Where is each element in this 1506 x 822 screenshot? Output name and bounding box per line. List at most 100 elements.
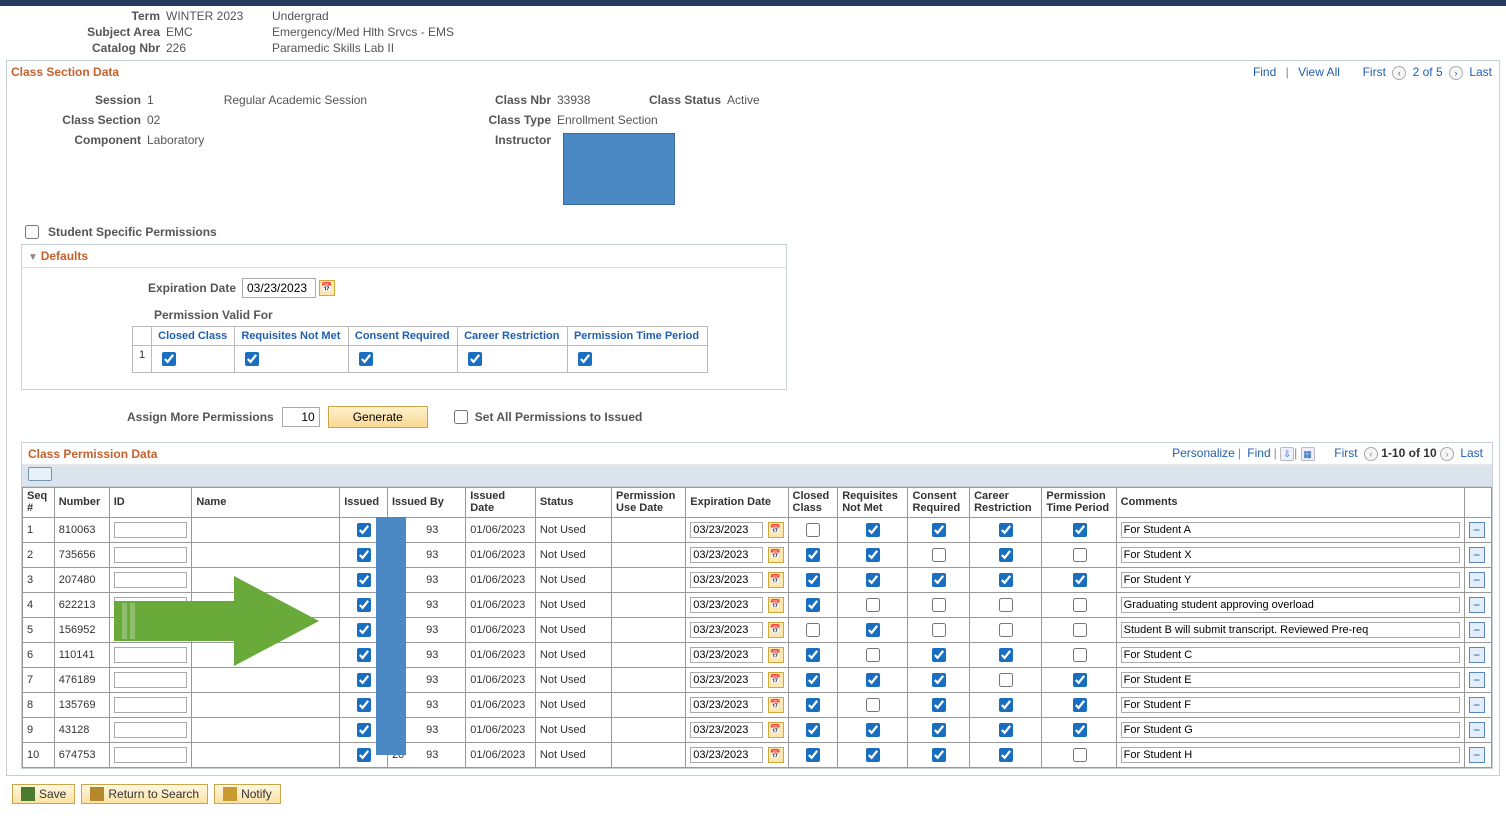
ptp-checkbox[interactable] xyxy=(1073,598,1087,612)
calendar-icon[interactable]: 📅 xyxy=(319,280,335,296)
id-input[interactable] xyxy=(114,672,188,688)
return-button[interactable]: Return to Search xyxy=(81,784,208,804)
id-input[interactable] xyxy=(114,597,188,613)
consent-checkbox[interactable] xyxy=(932,548,946,562)
def-closed-class[interactable] xyxy=(162,352,176,366)
exp-date-input[interactable] xyxy=(690,672,762,688)
cpd-last[interactable]: Last xyxy=(1457,446,1486,460)
ptp-checkbox[interactable] xyxy=(1073,648,1087,662)
issued-checkbox[interactable] xyxy=(357,548,371,562)
id-input[interactable] xyxy=(114,522,188,538)
req-not-met-checkbox[interactable] xyxy=(866,573,880,587)
career-checkbox[interactable] xyxy=(999,673,1013,687)
closed-class-checkbox[interactable] xyxy=(806,673,820,687)
show-all-tab-icon[interactable] xyxy=(28,467,52,481)
closed-class-checkbox[interactable] xyxy=(806,723,820,737)
career-checkbox[interactable] xyxy=(999,698,1013,712)
def-req-not-met[interactable] xyxy=(245,352,259,366)
issued-checkbox[interactable] xyxy=(357,623,371,637)
comments-input[interactable] xyxy=(1121,747,1460,763)
nav-viewall[interactable]: View All xyxy=(1295,65,1343,79)
def-consent[interactable] xyxy=(359,352,373,366)
calendar-icon[interactable]: 📅 xyxy=(768,522,784,538)
id-input[interactable] xyxy=(114,547,188,563)
issued-checkbox[interactable] xyxy=(357,723,371,737)
exp-date-input[interactable] xyxy=(690,622,762,638)
exp-date-input[interactable] xyxy=(690,697,762,713)
calendar-icon[interactable]: 📅 xyxy=(768,722,784,738)
closed-class-checkbox[interactable] xyxy=(806,698,820,712)
delete-row-button[interactable]: − xyxy=(1469,697,1485,713)
consent-checkbox[interactable] xyxy=(932,673,946,687)
req-not-met-checkbox[interactable] xyxy=(866,598,880,612)
ptp-checkbox[interactable] xyxy=(1073,723,1087,737)
ptp-checkbox[interactable] xyxy=(1073,523,1087,537)
req-not-met-checkbox[interactable] xyxy=(866,623,880,637)
student-specific-checkbox[interactable] xyxy=(25,225,39,239)
cpd-prev-icon[interactable]: ‹ xyxy=(1364,447,1378,461)
issued-checkbox[interactable] xyxy=(357,598,371,612)
calendar-icon[interactable]: 📅 xyxy=(768,747,784,763)
career-checkbox[interactable] xyxy=(999,573,1013,587)
closed-class-checkbox[interactable] xyxy=(806,598,820,612)
delete-row-button[interactable]: − xyxy=(1469,647,1485,663)
req-not-met-checkbox[interactable] xyxy=(866,673,880,687)
consent-checkbox[interactable] xyxy=(932,598,946,612)
exp-date-input[interactable] xyxy=(690,597,762,613)
delete-row-button[interactable]: − xyxy=(1469,672,1485,688)
ptp-checkbox[interactable] xyxy=(1073,548,1087,562)
id-input[interactable] xyxy=(114,747,188,763)
ptp-checkbox[interactable] xyxy=(1073,748,1087,762)
exp-date-input[interactable] xyxy=(690,522,762,538)
nav-last[interactable]: Last xyxy=(1466,65,1495,79)
closed-class-checkbox[interactable] xyxy=(806,548,820,562)
exp-date-input[interactable] xyxy=(690,647,762,663)
issued-checkbox[interactable] xyxy=(357,673,371,687)
cpd-next-icon[interactable]: › xyxy=(1440,447,1454,461)
delete-row-button[interactable]: − xyxy=(1469,522,1485,538)
delete-row-button[interactable]: − xyxy=(1469,572,1485,588)
consent-checkbox[interactable] xyxy=(932,523,946,537)
delete-row-button[interactable]: − xyxy=(1469,622,1485,638)
req-not-met-checkbox[interactable] xyxy=(866,648,880,662)
nav-find[interactable]: Find xyxy=(1250,65,1279,79)
career-checkbox[interactable] xyxy=(999,598,1013,612)
calendar-icon[interactable]: 📅 xyxy=(768,647,784,663)
delete-row-button[interactable]: − xyxy=(1469,722,1485,738)
career-checkbox[interactable] xyxy=(999,523,1013,537)
download-icon[interactable]: ⇩ xyxy=(1280,447,1294,461)
comments-input[interactable] xyxy=(1121,622,1460,638)
calendar-icon[interactable]: 📅 xyxy=(768,697,784,713)
consent-checkbox[interactable] xyxy=(932,623,946,637)
set-all-issued-checkbox[interactable] xyxy=(454,410,468,424)
comments-input[interactable] xyxy=(1121,722,1460,738)
generate-button[interactable]: Generate xyxy=(328,406,428,428)
ptp-checkbox[interactable] xyxy=(1073,673,1087,687)
exp-date-input[interactable] xyxy=(690,747,762,763)
id-input[interactable] xyxy=(114,722,188,738)
issued-checkbox[interactable] xyxy=(357,698,371,712)
consent-checkbox[interactable] xyxy=(932,648,946,662)
issued-checkbox[interactable] xyxy=(357,648,371,662)
calendar-icon[interactable]: 📅 xyxy=(768,622,784,638)
comments-input[interactable] xyxy=(1121,672,1460,688)
delete-row-button[interactable]: − xyxy=(1469,547,1485,563)
delete-row-button[interactable]: − xyxy=(1469,597,1485,613)
issued-checkbox[interactable] xyxy=(357,523,371,537)
id-input[interactable] xyxy=(114,622,188,638)
career-checkbox[interactable] xyxy=(999,623,1013,637)
cpd-find[interactable]: Find xyxy=(1244,446,1273,460)
comments-input[interactable] xyxy=(1121,597,1460,613)
issued-checkbox[interactable] xyxy=(357,748,371,762)
comments-input[interactable] xyxy=(1121,547,1460,563)
nav-next-icon[interactable]: › xyxy=(1449,66,1463,80)
comments-input[interactable] xyxy=(1121,572,1460,588)
consent-checkbox[interactable] xyxy=(932,723,946,737)
career-checkbox[interactable] xyxy=(999,723,1013,737)
cpd-personalize[interactable]: Personalize xyxy=(1169,446,1238,460)
def-ptp[interactable] xyxy=(578,352,592,366)
consent-checkbox[interactable] xyxy=(932,573,946,587)
expiration-input[interactable] xyxy=(242,278,316,298)
calendar-icon[interactable]: 📅 xyxy=(768,572,784,588)
req-not-met-checkbox[interactable] xyxy=(866,548,880,562)
